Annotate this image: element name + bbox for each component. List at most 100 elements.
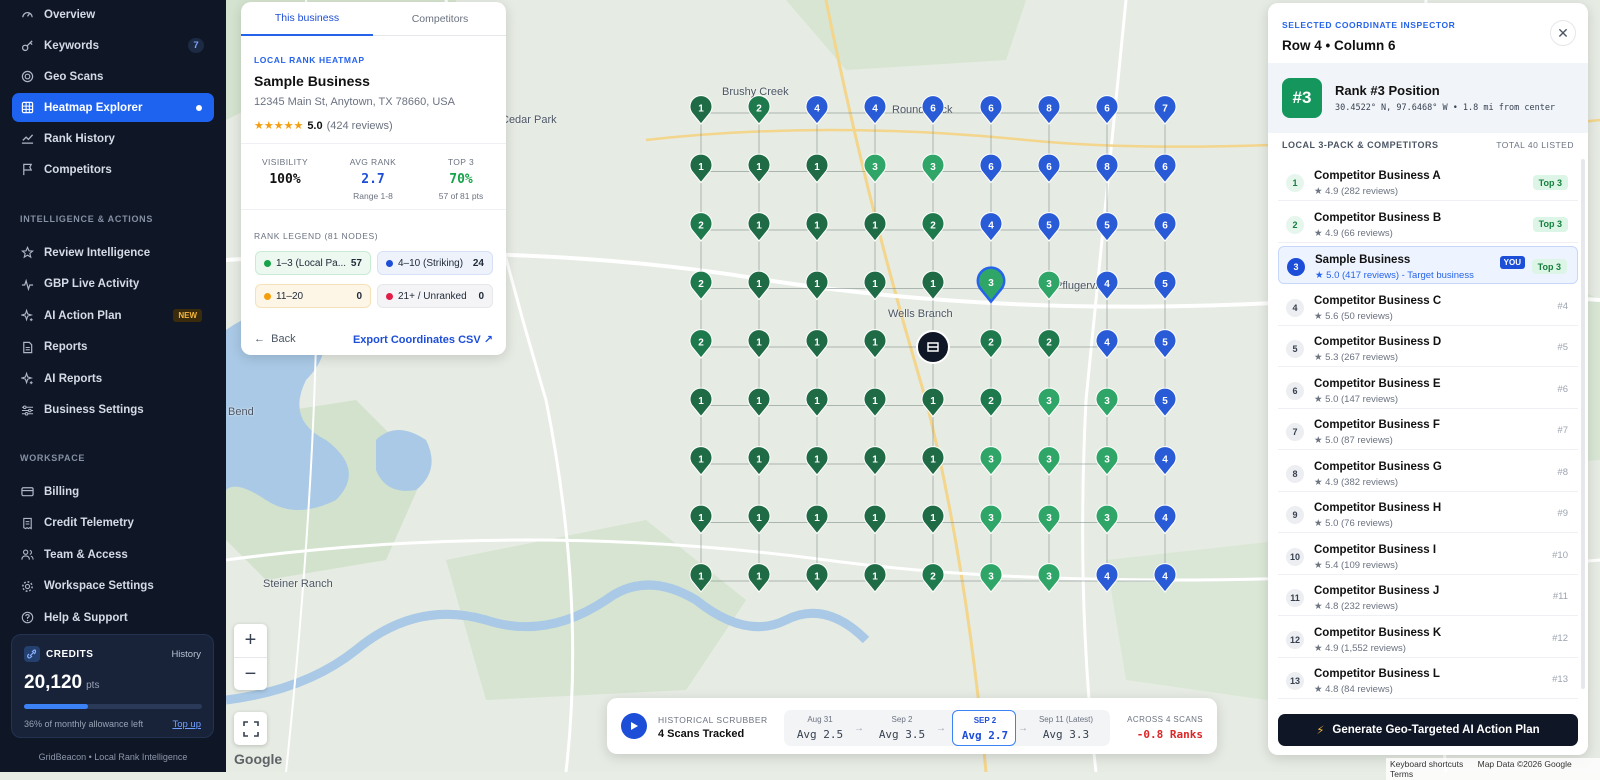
competitor-row[interactable]: 3 Sample Business ★ 5.0 (417 reviews) - Ta… [1278,246,1578,284]
rank-pin[interactable]: 4 [805,95,829,125]
close-icon[interactable]: ✕ [1550,20,1576,46]
rank-pin[interactable]: 1 [747,563,771,593]
rank-pin[interactable]: 4 [863,95,887,125]
rank-pin[interactable]: 4 [1153,504,1177,535]
rank-pin[interactable]: 3 [1037,504,1061,535]
rank-pin[interactable]: 1 [747,329,771,359]
rank-pin[interactable]: 1 [689,504,713,535]
rank-pin[interactable]: 1 [805,212,829,242]
rank-pin[interactable]: 4 [1153,563,1177,593]
fullscreen-button[interactable] [234,712,267,745]
sidebar-item-help-support[interactable]: Help & Support [12,603,214,632]
rank-pin[interactable]: 1 [863,563,887,593]
generate-action-plan-button[interactable]: ⚡ Generate Geo-Targeted AI Action Plan [1278,714,1578,746]
rank-pin[interactable]: 6 [1153,153,1177,184]
rank-pin[interactable]: 1 [863,212,887,242]
sidebar-item-review-intelligence[interactable]: Review Intelligence [12,238,214,267]
competitor-row[interactable]: 9 Competitor Business H ★ 5.0 (76 reviews)… [1278,495,1578,533]
rank-pin[interactable]: 5 [1153,270,1177,301]
sidebar-item-workspace-settings[interactable]: Workspace Settings [12,572,214,601]
rank-pin[interactable]: 5 [1037,212,1061,242]
rank-pin[interactable]: 8 [1037,95,1061,125]
rank-pin[interactable]: 2 [979,329,1003,359]
rank-pin[interactable]: 3 [1037,387,1061,418]
back-button[interactable]: ← Back [254,333,296,345]
play-button[interactable] [621,713,647,739]
rank-pin[interactable]: 3 [1037,270,1061,301]
sidebar-item-ai-action-plan[interactable]: AI Action Plan NEW [12,301,214,330]
rank-pin[interactable]: 2 [921,563,945,593]
sidebar-item-heatmap-explorer[interactable]: Heatmap Explorer [12,93,214,122]
keyboard-shortcuts-link[interactable]: Keyboard shortcuts [1390,759,1463,769]
legend-item[interactable]: 11–20 0 [255,284,371,308]
rank-pin[interactable]: 4 [1095,329,1119,359]
tab-competitors[interactable]: Competitors [374,2,506,36]
rank-pin[interactable]: 3 [1095,446,1119,476]
sidebar-item-reports[interactable]: Reports [12,333,214,362]
sidebar-item-rank-history[interactable]: Rank History [12,124,214,153]
credits-history-link[interactable]: History [171,649,201,660]
rank-pin[interactable]: 1 [805,153,829,184]
rank-pin[interactable]: 2 [1037,329,1061,359]
rank-pin[interactable]: 1 [921,270,945,301]
rank-pin[interactable]: 2 [921,212,945,242]
rank-pin[interactable]: 1 [689,95,713,125]
scrollbar[interactable] [1581,159,1585,689]
rank-pin[interactable]: 1 [689,446,713,476]
rank-pin[interactable]: 7 [1153,95,1177,125]
rank-pin[interactable]: 1 [805,504,829,535]
rank-pin[interactable]: 1 [747,446,771,476]
competitor-row[interactable]: 1 Competitor Business A ★ 4.9 (282 reviews… [1278,163,1578,201]
rank-pin[interactable]: 1 [689,153,713,184]
rank-pin[interactable]: 3 [1037,446,1061,476]
tab-this-business[interactable]: This business [241,2,373,36]
scan-step[interactable]: Aug 31 Avg 2.5 [788,710,852,746]
scan-step[interactable]: SEP 2 Avg 2.7 [952,710,1016,746]
sidebar-item-overview[interactable]: Overview [12,0,214,29]
rank-pin[interactable]: 5 [1153,329,1177,359]
rank-pin[interactable]: 3 [976,266,1006,304]
legend-item[interactable]: 21+ / Unranked 0 [377,284,493,308]
rank-pin[interactable]: 1 [921,504,945,535]
rank-pin[interactable]: 8 [1095,153,1119,184]
sidebar-item-geo-scans[interactable]: Geo Scans [12,62,214,91]
sidebar-item-team-access[interactable]: Team & Access [12,540,214,569]
rank-pin[interactable]: 1 [747,387,771,418]
rank-pin[interactable]: 4 [1153,446,1177,476]
rank-pin[interactable]: 6 [1037,153,1061,184]
competitor-row[interactable]: 11 Competitor Business J ★ 4.8 (232 review… [1278,578,1578,616]
rank-pin[interactable]: 1 [921,446,945,476]
rank-pin[interactable]: 1 [921,387,945,418]
export-csv-button[interactable]: Export Coordinates CSV ↗ [353,333,493,346]
rank-pin[interactable]: 2 [689,212,713,242]
rank-pin[interactable]: 1 [747,153,771,184]
terms-link[interactable]: Terms [1390,769,1413,779]
rank-pin[interactable]: 1 [863,270,887,301]
rank-pin[interactable]: 2 [689,329,713,359]
rank-pin[interactable]: 2 [979,387,1003,418]
rank-pin[interactable]: 1 [805,387,829,418]
rank-pin[interactable]: 1 [689,387,713,418]
sidebar-item-business-settings[interactable]: Business Settings [12,396,214,425]
competitor-row[interactable]: 2 Competitor Business B ★ 4.9 (66 reviews)… [1278,205,1578,243]
sidebar-item-ai-reports[interactable]: AI Reports [12,364,214,393]
rank-pin[interactable]: 1 [863,387,887,418]
rank-pin[interactable]: 6 [979,95,1003,125]
rank-pin[interactable]: 3 [979,563,1003,593]
rank-pin[interactable]: 3 [979,446,1003,476]
zoom-out-button[interactable]: − [234,657,267,690]
legend-item[interactable]: 4–10 (Striking) 24 [377,251,493,275]
top-up-link[interactable]: Top up [172,719,201,730]
rank-pin[interactable]: 1 [805,563,829,593]
competitor-row[interactable]: 12 Competitor Business K ★ 4.9 (1,552 revi… [1278,620,1578,658]
rank-pin[interactable]: 3 [979,504,1003,535]
competitor-row[interactable]: 10 Competitor Business I ★ 5.4 (109 review… [1278,537,1578,575]
rank-pin[interactable]: 6 [1095,95,1119,125]
rank-pin[interactable]: 3 [1037,563,1061,593]
rank-pin[interactable]: 1 [747,270,771,301]
competitor-row[interactable]: 4 Competitor Business C ★ 5.6 (50 reviews)… [1278,288,1578,326]
rank-pin[interactable]: 1 [747,504,771,535]
rank-pin[interactable]: 5 [1095,212,1119,242]
business-location-marker[interactable] [916,330,950,364]
sidebar-item-competitors[interactable]: Competitors [12,155,214,184]
